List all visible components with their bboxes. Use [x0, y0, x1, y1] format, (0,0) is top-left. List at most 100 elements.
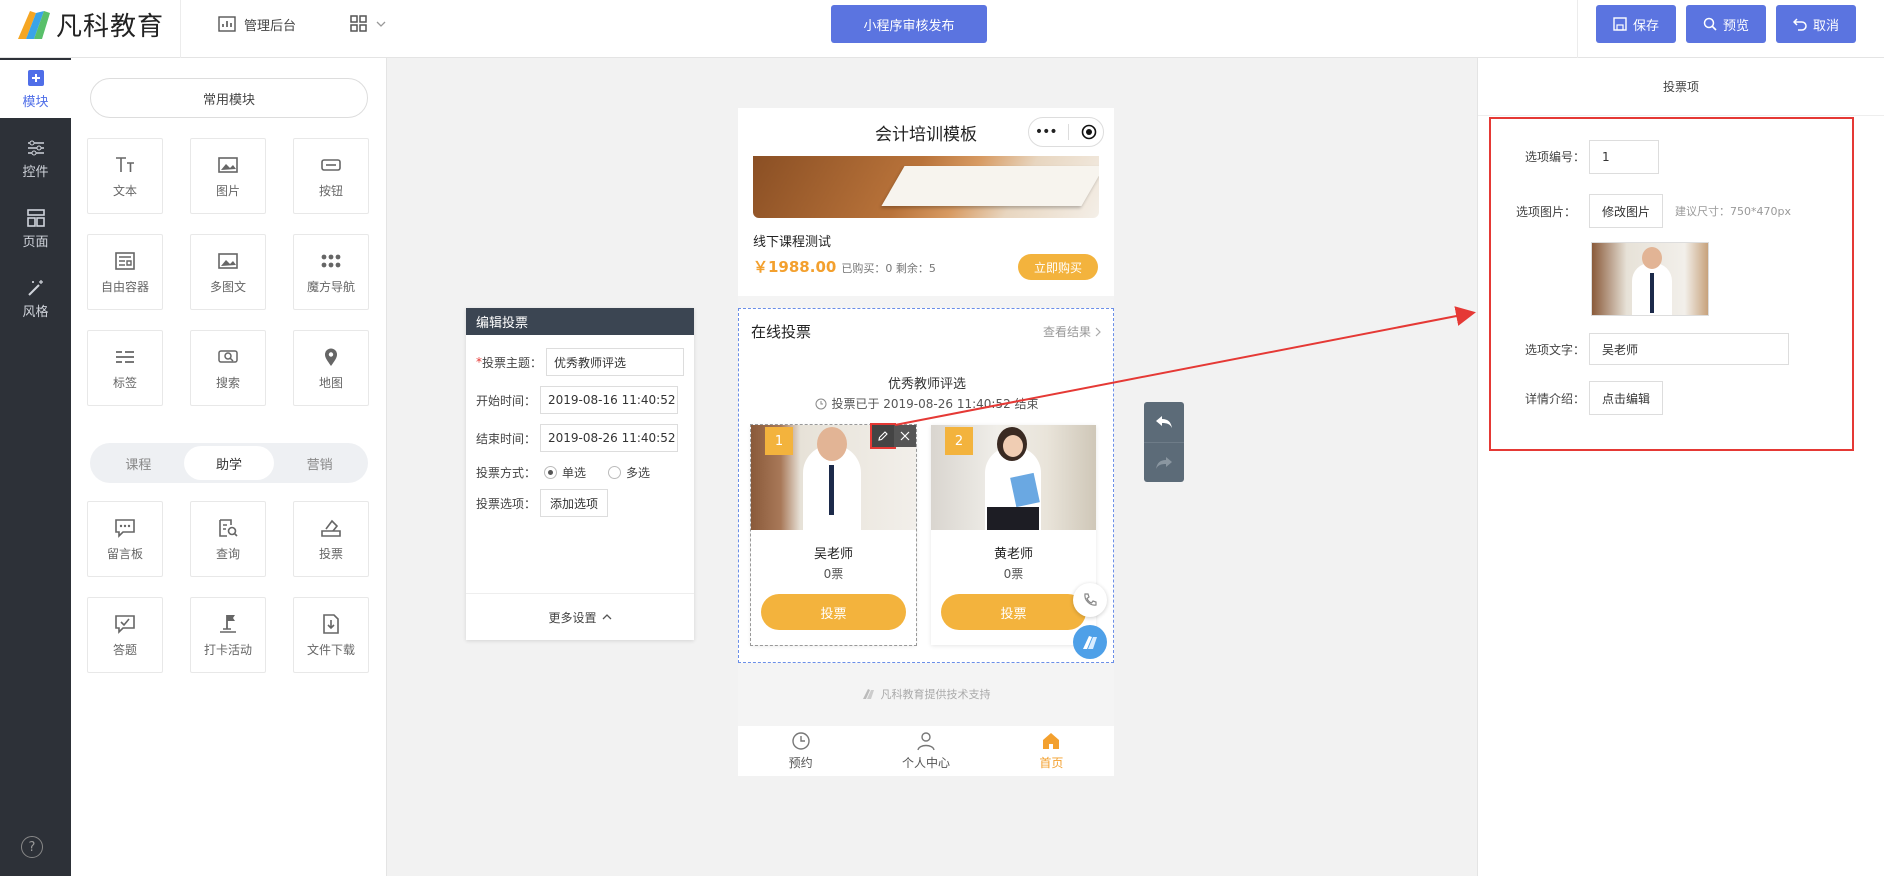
logo[interactable]: 凡科教育: [14, 6, 164, 42]
module-search[interactable]: 搜索: [190, 330, 266, 406]
rail-item-controls[interactable]: 控件: [0, 130, 71, 188]
field-label: 投票主题：: [482, 355, 543, 370]
module-vote[interactable]: 投票: [293, 501, 369, 577]
brand-mark-icon: [1083, 636, 1097, 649]
module-text[interactable]: 文本: [87, 138, 163, 214]
cancel-button[interactable]: 取消: [1776, 5, 1856, 43]
redo-button[interactable]: [1144, 442, 1184, 482]
person-head: [817, 427, 847, 461]
module-file-download[interactable]: 文件下载: [293, 597, 369, 673]
rail-item-style[interactable]: 风格: [0, 270, 71, 328]
subject-row: * 投票主题： 优秀教师评选: [476, 348, 685, 376]
candidate-photo: 2: [931, 425, 1096, 530]
cancel-label: 取消: [1812, 18, 1839, 34]
common-modules-toggle[interactable]: 常用模块: [90, 78, 368, 118]
module-cube-nav[interactable]: 魔方导航: [293, 234, 369, 310]
module-multi-image-text[interactable]: 多图文: [190, 234, 266, 310]
tech-support: 凡科教育提供技术支持: [738, 686, 1114, 702]
tabbar-item-profile[interactable]: 个人中心: [863, 726, 988, 776]
module-map[interactable]: 地图: [293, 330, 369, 406]
admin-link[interactable]: 管理后台: [218, 12, 296, 36]
course-title: 线下课程测试: [753, 235, 832, 250]
end-time-input[interactable]: 2019-08-26 11:40:52: [540, 424, 679, 452]
text-icon: [116, 156, 134, 172]
vote-block[interactable]: 在线投票 查看结果 优秀教师评选 投票已于 2019-08-26 11:40:5…: [738, 308, 1114, 663]
phone-title: 会计培训模板: [875, 124, 977, 145]
delete-option-button[interactable]: [894, 425, 916, 447]
common-module-grid: 文本 图片 按钮 自由容器 多图文 魔方导航 标签 搜索 地图: [87, 138, 369, 406]
tabbar-item-booking[interactable]: 预约: [738, 726, 863, 776]
more-dots-icon: •••: [1034, 124, 1058, 140]
brand-mark-icon: [862, 689, 874, 699]
module-label: 投票: [318, 546, 343, 561]
multi-image-icon: [218, 252, 238, 269]
course-price-row: ￥1988.00 已购买：0 剩余：5: [753, 256, 936, 277]
clock-icon: [791, 732, 810, 750]
undo-button[interactable]: [1144, 402, 1184, 442]
module-query[interactable]: 查询: [190, 501, 266, 577]
rail-label: 模块: [22, 94, 49, 110]
course-card[interactable]: 线下课程测试 ￥1988.00 已购买：0 剩余：5 立即购买: [738, 156, 1114, 296]
save-button[interactable]: 保存: [1596, 5, 1676, 43]
module-label: 答题: [112, 642, 137, 657]
module-label: 图片: [215, 183, 240, 198]
admin-label: 管理后台: [244, 18, 297, 34]
message-icon: [115, 518, 135, 538]
candidate-card[interactable]: 1 吴老师 0票 投票: [750, 423, 917, 646]
phone-call-button[interactable]: [1073, 583, 1107, 617]
tabbar-item-home[interactable]: 首页: [989, 726, 1114, 776]
download-icon: [323, 613, 339, 634]
tech-support-label: 凡科教育提供技术支持: [880, 688, 991, 701]
tab-assist[interactable]: 助学: [183, 446, 275, 480]
help-icon[interactable]: ?: [21, 836, 43, 858]
preview-button[interactable]: 预览: [1686, 5, 1766, 43]
buy-button[interactable]: 立即购买: [1018, 254, 1098, 280]
capsule-menu[interactable]: •••: [1028, 117, 1104, 147]
tabbar-label: 预约: [788, 756, 813, 770]
option-number-input[interactable]: 1: [1589, 139, 1659, 174]
candidate-card[interactable]: 2 黄老师 0票 投票: [931, 425, 1096, 645]
subject-input[interactable]: 优秀教师评选: [546, 348, 685, 376]
layout-icon: [26, 208, 45, 227]
edit-vote-panel: 编辑投票 * 投票主题： 优秀教师评选 开始时间： 2019-08-16 11:4…: [466, 308, 694, 640]
radio-single[interactable]: [544, 465, 558, 479]
person-tie: [829, 465, 834, 515]
modify-image-button[interactable]: 修改图片: [1589, 194, 1664, 228]
person-face: [1003, 435, 1023, 457]
module-tag[interactable]: 标签: [87, 330, 163, 406]
phone-preview: 会计培训模板 ••• 线下课程测试 ￥1988.00 已购买：0 剩余：5 立即…: [738, 108, 1114, 776]
chevron-down-icon: [376, 21, 386, 27]
publish-button[interactable]: 小程序审核发布: [831, 5, 987, 43]
container-icon: [115, 251, 135, 270]
view-results-link[interactable]: 查看结果: [1043, 323, 1101, 340]
module-button[interactable]: 按钮: [293, 138, 369, 214]
rail-item-pages[interactable]: 页面: [0, 200, 71, 258]
grid-icon: [350, 15, 367, 32]
person-head: [1642, 247, 1662, 269]
chevron-up-icon: [602, 614, 611, 620]
module-tabs: 课程 助学 营销: [90, 443, 368, 483]
rail-item-modules[interactable]: 模块: [0, 60, 71, 118]
edit-option-button[interactable]: [870, 423, 896, 449]
apps-menu[interactable]: [350, 12, 386, 36]
add-option-button[interactable]: 添加选项: [540, 489, 609, 517]
redo-arrow-icon: [1156, 456, 1172, 469]
more-settings-label: 更多设置: [548, 610, 597, 625]
vote-button[interactable]: 投票: [761, 594, 906, 630]
module-checkin[interactable]: 打卡活动: [190, 597, 266, 673]
more-settings-button[interactable]: 更多设置: [466, 593, 694, 640]
radio-multi[interactable]: [608, 465, 622, 479]
edit-detail-button[interactable]: 点击编辑: [1589, 381, 1664, 415]
tab-courses[interactable]: 课程: [93, 446, 184, 480]
start-time-input[interactable]: 2019-08-16 11:40:52: [540, 386, 679, 414]
module-quiz[interactable]: 答题: [87, 597, 163, 673]
option-image-row: 选项图片： 修改图片 建议尺寸：750*470px: [1516, 194, 1791, 228]
option-text-input[interactable]: 吴老师: [1589, 333, 1789, 365]
module-image[interactable]: 图片: [190, 138, 266, 214]
vote-button[interactable]: 投票: [941, 594, 1086, 630]
tab-marketing[interactable]: 营销: [274, 446, 365, 480]
module-message-board[interactable]: 留言板: [87, 501, 163, 577]
service-button[interactable]: [1073, 625, 1107, 659]
field-label: 选项图片：: [1516, 204, 1577, 219]
module-free-container[interactable]: 自由容器: [87, 234, 163, 310]
